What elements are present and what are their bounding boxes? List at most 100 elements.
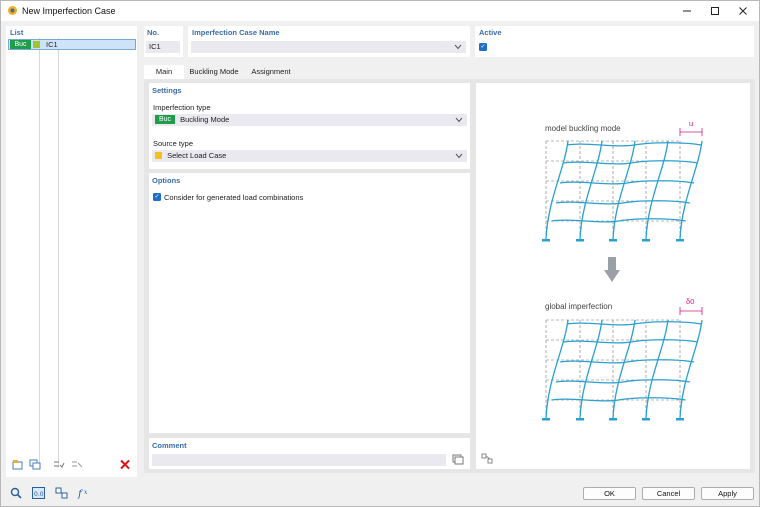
comment-library-icon	[452, 454, 464, 465]
copy-icon	[29, 459, 41, 470]
new-item-button[interactable]	[11, 458, 25, 471]
check-list-icon	[54, 461, 65, 468]
diagram-options-button[interactable]	[480, 452, 494, 465]
diagram-panel: model buckling mode u global imperfectio…	[476, 83, 750, 469]
source-type-select[interactable]: Select Load Case	[152, 150, 467, 162]
comment-input[interactable]	[152, 454, 446, 466]
delete-item-button[interactable]	[118, 458, 132, 471]
bottom-frame-deformed-column	[679, 319, 703, 419]
units-icon: 0.0	[31, 486, 45, 499]
list-item[interactable]: Buc IC1	[8, 39, 136, 50]
list-column-divider-2	[58, 38, 59, 468]
consider-generated-label: Consider for generated load combinations	[164, 193, 304, 202]
imperfection-type-badge: Buc	[155, 114, 175, 124]
settings-header: Settings	[152, 86, 182, 95]
list-column-divider	[39, 38, 40, 468]
bottom-caption: global imperfection	[545, 302, 613, 311]
top-frame-support	[542, 239, 550, 242]
tab-main[interactable]: Main	[144, 65, 184, 79]
active-label: Active	[479, 28, 502, 37]
delete-icon	[120, 459, 130, 470]
bottom-frame-deformed-column	[545, 319, 569, 419]
close-button[interactable]	[729, 1, 757, 21]
chevron-down-icon	[455, 153, 463, 159]
bottom-frame-support	[642, 418, 650, 421]
top-frame-deformed-column	[545, 140, 569, 240]
svg-text:f: f	[77, 489, 84, 499]
case-name-panel: Imperfection Case Name	[188, 26, 470, 57]
tab-assignment[interactable]: Assignment	[245, 65, 297, 79]
list-header: List	[10, 28, 24, 37]
uncheck-items-button[interactable]	[70, 458, 84, 471]
imperfection-diagram	[542, 128, 703, 421]
tab-buckling-mode[interactable]: Buckling Mode	[185, 65, 243, 79]
display-icon	[55, 487, 67, 498]
search-button[interactable]	[9, 486, 23, 499]
imperfection-type-select[interactable]: Buc Buckling Mode	[152, 114, 467, 126]
copy-item-button[interactable]	[28, 458, 42, 471]
settings-panel: Settings Imperfection type Buc Buckling …	[149, 83, 470, 169]
number-label: No.	[147, 28, 160, 37]
down-arrow-shaft	[608, 257, 616, 270]
svg-text:0.0: 0.0	[34, 491, 44, 498]
active-panel: Active ✓	[475, 26, 754, 57]
source-type-swatch	[155, 151, 162, 159]
top-frame-deformed-column	[679, 140, 703, 240]
bottom-frame-deformed-column	[612, 319, 636, 419]
active-checkbox[interactable]: ✓	[479, 43, 487, 51]
top-frame-support	[642, 239, 650, 242]
top-frame-deformed-beam	[551, 218, 686, 223]
bottom-frame-support	[676, 418, 684, 421]
number-panel: No. IC1	[144, 26, 183, 57]
uncheck-list-icon	[72, 461, 83, 468]
list-panel: List Buc IC1	[6, 26, 137, 477]
maximize-button[interactable]	[701, 1, 729, 21]
number-field[interactable]: IC1	[146, 41, 180, 53]
bottom-frame-support	[576, 418, 584, 421]
options-panel: Options ✓ Consider for generated load co…	[149, 173, 470, 433]
diagram-settings-icon	[481, 453, 493, 464]
check-items-button[interactable]	[52, 458, 66, 471]
window-title: New Imperfection Case	[22, 6, 116, 16]
dialog-window: New Imperfection Case List Buc IC1 No. I…	[0, 0, 760, 507]
comment-library-button[interactable]	[451, 453, 465, 466]
source-type-label: Source type	[153, 139, 194, 148]
bottom-dimension-label: δ0	[686, 297, 695, 306]
top-frame-support	[609, 239, 617, 242]
top-caption: model buckling mode	[545, 124, 621, 133]
bottom-frame-deformed-column	[645, 319, 669, 419]
app-icon	[8, 6, 17, 15]
chevron-down-icon	[454, 44, 462, 50]
bottom-frame-support	[609, 418, 617, 421]
close-icon	[739, 7, 747, 15]
consider-generated-checkbox[interactable]: ✓	[153, 193, 161, 201]
svg-text:x: x	[84, 489, 88, 496]
case-name-input[interactable]	[191, 41, 466, 53]
apply-button[interactable]: Apply	[701, 487, 754, 500]
list-item-color-swatch	[33, 41, 40, 48]
title-bar: New Imperfection Case	[1, 1, 759, 21]
formula-button[interactable]: fx	[76, 486, 90, 499]
top-frame-deformed-column	[645, 140, 669, 240]
bottom-frame-deformed-beam	[551, 397, 686, 402]
units-button[interactable]: 0.0	[31, 486, 45, 499]
top-frame-support	[676, 239, 684, 242]
top-dimension-label: u	[689, 119, 694, 128]
list-item-badge: Buc	[10, 40, 31, 49]
comment-panel: Comment	[149, 438, 470, 469]
search-icon	[10, 487, 22, 499]
maximize-icon	[711, 7, 719, 15]
comment-label: Comment	[152, 441, 187, 450]
top-frame-deformed-column	[579, 140, 603, 240]
ok-button[interactable]: OK	[583, 487, 636, 500]
source-type-value: Select Load Case	[167, 151, 227, 160]
imperfection-type-label: Imperfection type	[153, 103, 211, 112]
cancel-button[interactable]: Cancel	[642, 487, 695, 500]
display-button[interactable]	[54, 486, 68, 499]
new-item-icon	[12, 460, 23, 470]
case-name-label: Imperfection Case Name	[192, 28, 280, 37]
top-frame-support	[576, 239, 584, 242]
imperfection-type-value: Buckling Mode	[180, 115, 230, 124]
chevron-down-icon	[455, 117, 463, 123]
minimize-button[interactable]	[673, 1, 701, 21]
